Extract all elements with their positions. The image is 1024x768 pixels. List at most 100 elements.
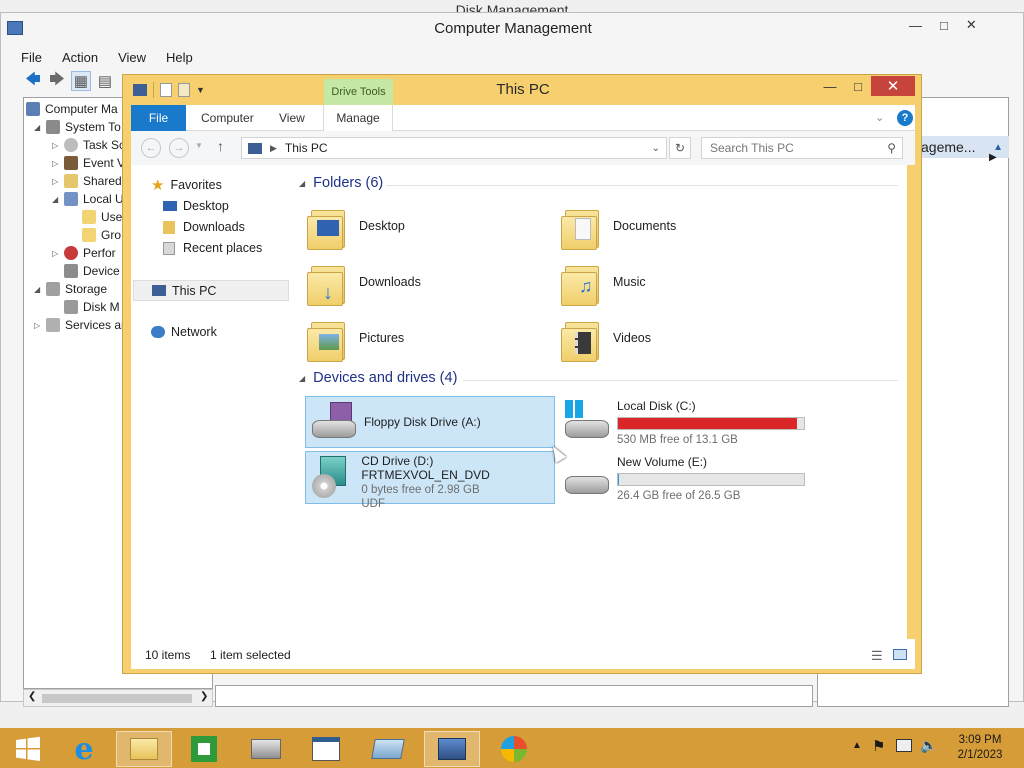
document-app-button[interactable]	[298, 731, 354, 767]
tree-item-users[interactable]: Use	[82, 208, 122, 226]
printer-app-button[interactable]	[238, 731, 294, 767]
menu-view[interactable]: View	[118, 50, 146, 65]
collapse-icon[interactable]: ◢	[299, 179, 305, 188]
search-input[interactable]: Search This PC ⚲	[701, 137, 903, 159]
menu-help[interactable]: Help	[166, 50, 193, 65]
windows-flag-button[interactable]	[486, 731, 542, 767]
folder-documents[interactable]: Documents	[561, 200, 676, 252]
scrollbar-thumb[interactable]	[42, 694, 192, 703]
disk-icon	[64, 300, 78, 314]
menu-action[interactable]: Action	[62, 50, 98, 65]
forward-button[interactable]: →	[169, 138, 189, 158]
folder-downloads[interactable]: ↓ Downloads	[307, 256, 421, 308]
details-view-icon[interactable]: ☰	[871, 648, 883, 664]
expand-ribbon-icon[interactable]: ⌄	[875, 111, 884, 124]
cm-close-button[interactable]: ✕	[966, 17, 977, 33]
system-clock[interactable]: 3:09 PM 2/1/2023	[942, 733, 1018, 763]
address-dropdown-icon[interactable]: ⌄	[652, 143, 660, 154]
tree-item-local-users[interactable]: ◢ Local U	[52, 190, 124, 208]
tree-item-groups[interactable]: Gro	[82, 226, 121, 244]
back-arrow-icon[interactable]: 🡄	[23, 71, 43, 91]
collapse-icon[interactable]: ◢	[299, 374, 305, 383]
navigation-pane: ★ Favorites Desktop Downloads Recent plac…	[131, 165, 291, 639]
status-bar: 10 items 1 item selected ☰	[131, 639, 915, 669]
tab-computer[interactable]: Computer	[201, 105, 254, 131]
start-button[interactable]	[0, 731, 56, 767]
show-hidden-icons-icon[interactable]: ▲	[852, 740, 862, 751]
nav-this-pc[interactable]: This PC	[133, 280, 289, 301]
scroll-left-icon[interactable]: ❮	[28, 691, 36, 702]
volume-muted-icon[interactable]: 🔈	[920, 737, 937, 754]
tree-item-computer-management[interactable]: Computer Ma	[26, 100, 118, 118]
breadcrumb-chevron-icon[interactable]: ▶	[270, 143, 277, 154]
remote-desktop-button[interactable]	[360, 731, 416, 767]
usage-bar-c	[617, 416, 805, 430]
nav-downloads[interactable]: Downloads	[163, 217, 245, 237]
scroll-right-icon[interactable]: ❯	[200, 691, 208, 702]
tree-item-services[interactable]: ▷ Services an	[34, 316, 128, 334]
folder-desktop[interactable]: Desktop	[307, 200, 405, 252]
store-button[interactable]	[176, 731, 232, 767]
folders-section-header[interactable]: ◢ Folders (6)	[299, 175, 383, 191]
recent-places-icon	[163, 241, 175, 255]
folder-videos[interactable]: Videos	[561, 312, 651, 364]
nav-desktop[interactable]: Desktop	[163, 196, 229, 216]
back-button[interactable]: ←	[141, 138, 161, 158]
collapse-icon[interactable]: ▲	[993, 142, 1003, 153]
tab-file[interactable]: File	[131, 105, 186, 131]
maximize-button[interactable]: □	[843, 75, 873, 97]
desktop-icon	[163, 201, 177, 211]
folder-pictures[interactable]: Pictures	[307, 312, 404, 364]
network-status-icon[interactable]	[896, 739, 912, 752]
cm-minimize-button[interactable]: —	[909, 18, 922, 33]
cm-maximize-button[interactable]: □	[940, 18, 948, 33]
tree-item-device-manager[interactable]: Device	[64, 262, 120, 280]
action-center-flag-icon[interactable]: ⚑	[872, 737, 885, 755]
large-icons-view-icon[interactable]	[893, 649, 907, 660]
up-arrow-icon[interactable]: ↑	[217, 138, 224, 154]
search-icon[interactable]: ⚲	[887, 141, 896, 155]
more-actions-icon[interactable]: ▶	[989, 152, 997, 163]
refresh-button[interactable]: ↻	[669, 137, 691, 159]
address-bar[interactable]: ▶ This PC ⌄	[241, 137, 667, 159]
close-button[interactable]: ✕	[871, 76, 915, 96]
help-icon[interactable]: ?	[897, 110, 913, 126]
forward-arrow-icon[interactable]: 🡆	[47, 71, 67, 91]
drive-floppy-a[interactable]: Floppy Disk Drive (A:)	[305, 396, 555, 448]
file-explorer-button[interactable]	[116, 731, 172, 767]
folder-music[interactable]: ♫ Music	[561, 256, 646, 308]
nav-network[interactable]: Network	[151, 322, 217, 342]
tree-item-disk-management[interactable]: Disk M	[64, 298, 120, 316]
console-tree-icon[interactable]: ▦	[71, 71, 91, 91]
printer-icon	[251, 739, 281, 759]
computer-management-button[interactable]	[424, 731, 480, 767]
internet-explorer-button[interactable]: e	[56, 731, 112, 767]
drive-local-c[interactable]: Local Disk (C:) 530 MB free of 13.1 GB	[559, 396, 859, 448]
drive-cd-d[interactable]: CD Drive (D:) FRTMEXVOL_EN_DVD 0 bytes f…	[305, 451, 555, 510]
properties-icon[interactable]: ▤	[95, 71, 115, 91]
nav-recent-places[interactable]: Recent places	[163, 238, 262, 258]
tree-item-system-tools[interactable]: ◢ System To	[34, 118, 121, 136]
tab-view[interactable]: View	[279, 105, 305, 131]
folder-icon: ↓	[307, 258, 347, 306]
recent-locations-icon[interactable]: ▼	[195, 141, 203, 150]
tree-item-storage[interactable]: ◢ Storage	[34, 280, 107, 298]
tree-item-shared-folders[interactable]: ▷ Shared	[52, 172, 122, 190]
tree-item-task-scheduler[interactable]: ▷ Task Sc	[52, 136, 125, 154]
document-icon	[312, 737, 340, 761]
folder-icon	[307, 314, 347, 362]
star-icon: ★	[151, 177, 165, 194]
nav-favorites[interactable]: ★ Favorites	[151, 175, 222, 195]
tab-manage[interactable]: Manage	[323, 105, 393, 131]
cm-tree-scrollbar[interactable]: ❮ ❯	[23, 689, 213, 707]
network-icon	[151, 326, 165, 338]
internet-explorer-icon: e	[74, 731, 94, 767]
tree-item-performance[interactable]: ▷ Perfor	[52, 244, 116, 262]
menu-file[interactable]: File	[21, 50, 42, 65]
computer-management-title: Computer Management	[434, 20, 592, 37]
drives-section-header[interactable]: ◢ Devices and drives (4)	[299, 370, 457, 386]
drive-volume-e[interactable]: New Volume (E:) 26.4 GB free of 26.5 GB	[559, 452, 859, 504]
minimize-button[interactable]: —	[815, 75, 845, 97]
explorer-window: ▼ Drive Tools This PC — □ ✕ File Compute…	[122, 74, 922, 674]
tree-item-event-viewer[interactable]: ▷ Event V	[52, 154, 125, 172]
